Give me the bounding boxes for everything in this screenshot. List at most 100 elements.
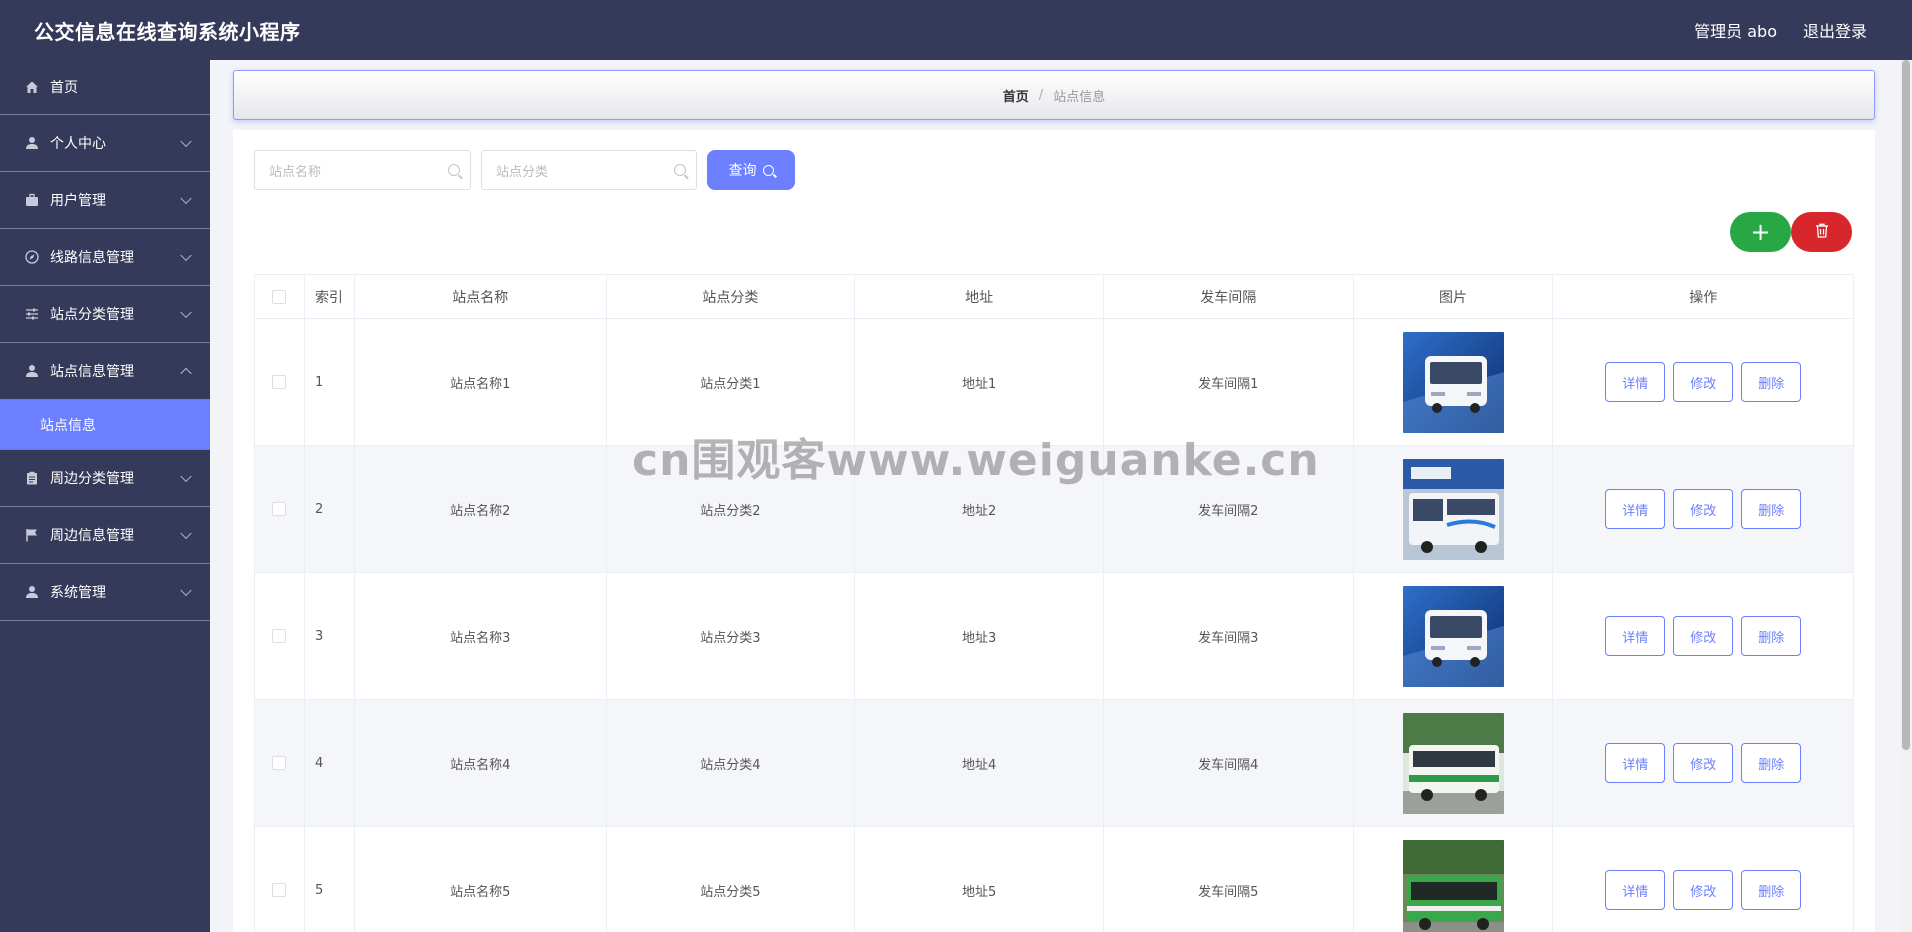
briefcase-icon xyxy=(24,192,40,208)
header-image: 图片 xyxy=(1354,275,1554,318)
bus-photo[interactable] xyxy=(1402,839,1504,932)
top-header: 公交信息在线查询系统小程序 管理员 abo 退出登录 xyxy=(0,0,1912,60)
clipboard-icon xyxy=(24,470,40,486)
sidebar-item-label: 周边信息管理 xyxy=(50,528,134,544)
chevron-down-icon xyxy=(180,470,192,483)
search-icon xyxy=(448,164,460,176)
header-interval: 发车间隔 xyxy=(1104,275,1354,318)
row-image-cell xyxy=(1354,827,1554,932)
header-operations: 操作 xyxy=(1689,289,1718,306)
bus-photo[interactable] xyxy=(1402,458,1504,560)
row-operations: 详情 修改 删除 xyxy=(1553,700,1853,826)
row-checkbox[interactable] xyxy=(272,502,287,516)
detail-button[interactable]: 详情 xyxy=(1605,362,1666,402)
header-user-area: 管理员 abo 退出登录 xyxy=(1694,18,1867,42)
sliders-icon xyxy=(24,306,40,322)
table-row: 4 站点名称4 站点分类4 地址4 发车间隔4 详情 修改 删除 xyxy=(255,700,1853,827)
row-operations: 详情 修改 删除 xyxy=(1553,827,1853,932)
row-image-cell xyxy=(1354,573,1554,699)
station-table: 索引 站点名称 站点分类 地址 发车间隔 图片 操作 1 站点名称1 站点分类1… xyxy=(254,274,1854,932)
row-operations: 详情 修改 删除 xyxy=(1553,319,1853,445)
sidebar-item-label: 个人中心 xyxy=(50,136,106,152)
detail-button[interactable]: 详情 xyxy=(1605,616,1666,656)
edit-button[interactable]: 修改 xyxy=(1673,362,1734,402)
row-checkbox-cell xyxy=(255,573,305,699)
station-category-search-input[interactable]: 站点分类 xyxy=(481,150,697,190)
row-image-cell xyxy=(1354,319,1554,445)
row-address: 地址2 xyxy=(855,446,1104,572)
breadcrumb-home[interactable]: 首页 xyxy=(1003,86,1029,105)
app-title: 公交信息在线查询系统小程序 xyxy=(34,19,301,44)
bus-photo[interactable] xyxy=(1402,331,1504,433)
row-checkbox[interactable] xyxy=(272,375,287,389)
row-address: 地址3 xyxy=(855,573,1104,699)
sidebar-item-user-management[interactable]: 用户管理 xyxy=(0,172,210,229)
row-station-category: 站点分类1 xyxy=(607,319,856,445)
detail-button[interactable]: 详情 xyxy=(1605,743,1666,783)
row-address: 地址1 xyxy=(855,319,1104,445)
add-button[interactable]: + xyxy=(1730,212,1791,252)
chevron-down-icon xyxy=(180,192,192,205)
detail-button[interactable]: 详情 xyxy=(1605,870,1666,910)
sidebar-item-personal-center[interactable]: 个人中心 xyxy=(0,115,210,172)
table-row: 2 站点名称2 站点分类2 地址2 发车间隔2 详情 修改 删除 xyxy=(255,446,1853,573)
sidebar-item-station-category-management[interactable]: 站点分类管理 xyxy=(0,286,210,343)
row-interval: 发车间隔2 xyxy=(1104,446,1354,572)
content-panel: 站点名称 站点分类 查询 + 索引 站点名称 站点分类 地址 发车间隔 图片 操… xyxy=(233,130,1875,932)
detail-button[interactable]: 详情 xyxy=(1605,489,1666,529)
row-station-name: 站点名称4 xyxy=(355,700,607,826)
row-checkbox-cell xyxy=(255,319,305,445)
row-address: 地址4 xyxy=(855,700,1104,826)
table-row: 3 站点名称3 站点分类3 地址3 发车间隔3 详情 修改 删除 xyxy=(255,573,1853,700)
row-station-name: 站点名称3 xyxy=(355,573,607,699)
home-icon xyxy=(24,79,40,95)
row-station-category: 站点分类2 xyxy=(607,446,856,572)
row-checkbox[interactable] xyxy=(272,883,287,897)
query-button[interactable]: 查询 xyxy=(707,150,795,190)
batch-delete-button[interactable] xyxy=(1791,212,1852,252)
sidebar-item-label: 站点分类管理 xyxy=(50,307,134,323)
row-station-name: 站点名称2 xyxy=(355,446,607,572)
compass-icon xyxy=(24,249,40,265)
delete-button[interactable]: 删除 xyxy=(1741,489,1802,529)
row-checkbox[interactable] xyxy=(272,756,287,770)
edit-button[interactable]: 修改 xyxy=(1673,616,1734,656)
edit-button[interactable]: 修改 xyxy=(1673,489,1734,529)
sidebar-item-station-info-management[interactable]: 站点信息管理 xyxy=(0,343,210,400)
user-icon xyxy=(24,363,40,379)
bus-photo[interactable] xyxy=(1402,712,1504,814)
sidebar-item-nearby-category-management[interactable]: 周边分类管理 xyxy=(0,450,210,507)
delete-button[interactable]: 删除 xyxy=(1741,870,1802,910)
row-operations: 详情 修改 删除 xyxy=(1553,573,1853,699)
row-index: 1 xyxy=(305,319,355,445)
sidebar-item-route-management[interactable]: 线路信息管理 xyxy=(0,229,210,286)
row-checkbox-cell xyxy=(255,700,305,826)
row-checkbox[interactable] xyxy=(272,629,287,643)
page-scrollbar-thumb[interactable] xyxy=(1902,60,1910,750)
logout-button[interactable]: 退出登录 xyxy=(1803,18,1867,42)
sidebar-subitem-station-info[interactable]: 站点信息 xyxy=(0,400,210,450)
bus-photo[interactable] xyxy=(1402,585,1504,687)
chevron-down-icon xyxy=(180,527,192,540)
delete-button[interactable]: 删除 xyxy=(1741,743,1802,783)
user-icon xyxy=(24,135,40,151)
edit-button[interactable]: 修改 xyxy=(1673,743,1734,783)
search-placeholder: 站点分类 xyxy=(496,164,549,180)
chevron-down-icon xyxy=(180,584,192,597)
trash-icon xyxy=(1815,223,1829,242)
delete-button[interactable]: 删除 xyxy=(1741,362,1802,402)
sidebar-item-nearby-info-management[interactable]: 周边信息管理 xyxy=(0,507,210,564)
row-image-cell xyxy=(1354,446,1554,572)
header-address: 地址 xyxy=(855,275,1104,318)
row-station-category: 站点分类4 xyxy=(607,700,856,826)
sidebar: 首页 个人中心 用户管理 线路信息管理 站点分类管理 站点信息管理 站点信息 周… xyxy=(0,60,210,932)
station-name-search-input[interactable]: 站点名称 xyxy=(254,150,471,190)
sidebar-item-system-management[interactable]: 系统管理 xyxy=(0,564,210,621)
flag-icon xyxy=(24,527,40,543)
row-station-name: 站点名称1 xyxy=(355,319,607,445)
search-icon xyxy=(674,164,686,176)
edit-button[interactable]: 修改 xyxy=(1673,870,1734,910)
select-all-checkbox[interactable] xyxy=(272,289,287,304)
delete-button[interactable]: 删除 xyxy=(1741,616,1802,656)
sidebar-item-home[interactable]: 首页 xyxy=(0,60,210,115)
